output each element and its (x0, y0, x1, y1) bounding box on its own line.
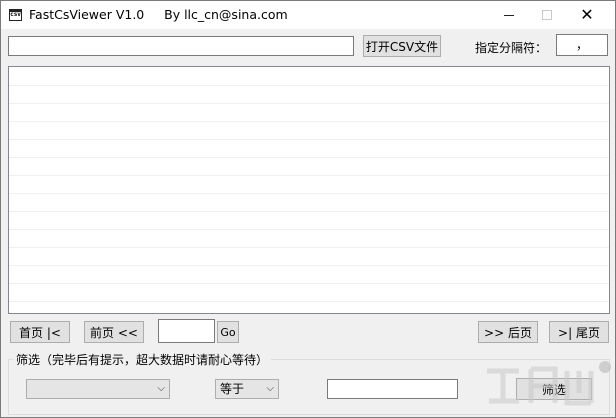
grid-row-line (9, 301, 609, 302)
chevron-down-icon: ⌵ (266, 383, 274, 394)
file-path-input[interactable] (8, 36, 354, 56)
page-number-input[interactable] (158, 319, 215, 343)
separator-input[interactable]: ， (556, 34, 608, 56)
grid-row-line (9, 265, 609, 266)
field-select[interactable]: ⌵ (26, 379, 170, 399)
grid-row-line (9, 175, 609, 176)
last-page-button[interactable]: >| 尾页 (549, 321, 609, 343)
open-csv-button[interactable]: 打开CSV文件 (363, 35, 441, 57)
grid-row-line (9, 85, 609, 86)
separator-label: 指定分隔符： (475, 41, 548, 55)
prev-page-button[interactable]: 前页 << (84, 321, 144, 343)
grid-row-line (9, 121, 609, 122)
filter-value-input[interactable] (327, 379, 458, 399)
grid-row-line (9, 283, 609, 284)
maximize-button[interactable] (527, 1, 567, 29)
minimize-button[interactable] (489, 1, 529, 29)
data-grid[interactable] (8, 66, 610, 314)
close-icon: ✕ (580, 5, 594, 24)
window-title: FastCsViewer V1.0 By llc_cn@sina.com (29, 7, 288, 22)
grid-row-line (9, 157, 609, 158)
grid-row-line (9, 211, 609, 212)
app-window: csv FastCsViewer V1.0 By llc_cn@sina.com… (0, 0, 616, 418)
grid-row-line (9, 193, 609, 194)
grid-row-line (9, 103, 609, 104)
grid-row-line (9, 247, 609, 248)
csv-app-icon: csv (9, 9, 22, 21)
next-page-button[interactable]: >> 后页 (478, 321, 538, 343)
title-bar[interactable]: csv FastCsViewer V1.0 By llc_cn@sina.com… (1, 1, 615, 29)
filter-group-legend: 筛选（完毕后有提示，超大数据时请耐心等待） (13, 351, 272, 368)
go-button[interactable]: Go (217, 321, 239, 343)
filter-button[interactable]: 筛选 (516, 378, 592, 400)
chevron-down-icon: ⌵ (157, 383, 165, 394)
grid-row-line (9, 139, 609, 140)
maximize-icon (542, 10, 552, 20)
grid-row-line (9, 229, 609, 230)
operator-select-value: 等于 (220, 382, 245, 396)
first-page-button[interactable]: 首页 |< (10, 321, 70, 343)
close-button[interactable]: ✕ (567, 1, 607, 29)
operator-select[interactable]: 等于 ⌵ (215, 379, 279, 399)
minimize-icon (504, 14, 514, 16)
